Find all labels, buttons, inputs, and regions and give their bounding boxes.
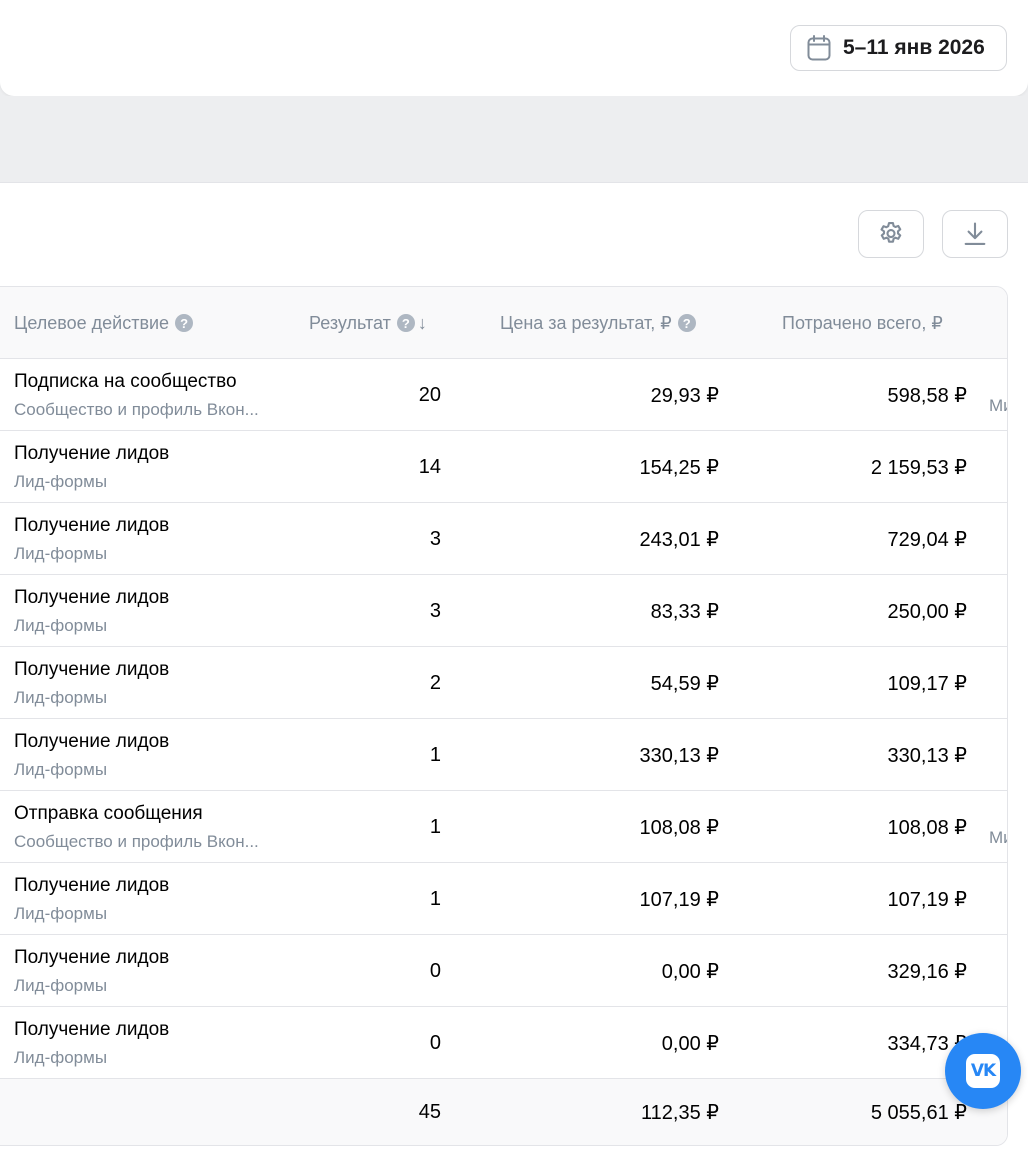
row-title: Получение лидов bbox=[14, 659, 170, 680]
row-price: 29,93 ₽ bbox=[650, 384, 719, 407]
column-header-action[interactable]: Целевое действие ? bbox=[14, 287, 194, 359]
download-button[interactable] bbox=[942, 210, 1008, 258]
row-result: 1 bbox=[429, 743, 441, 766]
table-row[interactable]: Получение лидов Лид-формы 14 154,25 ₽ 2 159,… bbox=[0, 431, 1007, 503]
vk-logo-icon: VK bbox=[966, 1054, 1000, 1088]
column-result-label: Результат bbox=[309, 312, 391, 333]
row-title: Получение лидов bbox=[14, 587, 170, 608]
row-price: 154,25 ₽ bbox=[639, 456, 719, 479]
total-result: 45 bbox=[418, 1100, 441, 1123]
results-table: Целевое действие ? Результат ? ↓ Цена за… bbox=[0, 286, 1008, 1146]
row-result: 14 bbox=[418, 455, 441, 478]
table-row[interactable]: Получение лидов Лид-формы 3 83,33 ₽ 250,00 ₽ bbox=[0, 575, 1007, 647]
row-side-text: Ми bbox=[989, 396, 1007, 415]
row-spent: 330,13 ₽ bbox=[887, 744, 967, 767]
row-spent: 2 159,53 ₽ bbox=[870, 456, 967, 479]
row-result: 1 bbox=[429, 887, 441, 910]
table-totals-row: 45 112,35 ₽ 5 055,61 ₽ bbox=[0, 1079, 1007, 1145]
download-icon bbox=[964, 222, 986, 245]
date-range-button[interactable]: 5–11 янв 2026 bbox=[790, 25, 1007, 71]
row-subtitle: Лид-формы bbox=[14, 976, 108, 995]
help-icon[interactable]: ? bbox=[677, 314, 696, 332]
row-spent: 107,19 ₽ bbox=[887, 888, 967, 911]
row-title: Получение лидов bbox=[14, 947, 170, 968]
row-subtitle: Лид-формы bbox=[14, 616, 108, 635]
row-result: 0 bbox=[429, 959, 441, 982]
row-result: 2 bbox=[429, 671, 441, 694]
help-icon[interactable]: ? bbox=[396, 314, 415, 332]
row-title: Получение лидов bbox=[14, 1019, 170, 1040]
column-price-label: Цена за результат, ₽ bbox=[500, 312, 672, 333]
row-result: 3 bbox=[429, 599, 441, 622]
background-band bbox=[0, 96, 1028, 182]
calendar-icon bbox=[807, 35, 831, 61]
table-body: Подписка на сообщество Сообщество и профи… bbox=[0, 359, 1007, 1079]
table-row[interactable]: Получение лидов Лид-формы 3 243,01 ₽ 729,04 … bbox=[0, 503, 1007, 575]
table-row[interactable]: Получение лидов Лид-формы 1 107,19 ₽ 107,19 … bbox=[0, 863, 1007, 935]
total-spent: 5 055,61 ₽ bbox=[870, 1101, 967, 1124]
row-title: Получение лидов bbox=[14, 443, 170, 464]
row-title: Получение лидов bbox=[14, 515, 170, 536]
row-price: 243,01 ₽ bbox=[639, 528, 719, 551]
table-row[interactable]: Подписка на сообщество Сообщество и профи… bbox=[0, 359, 1007, 431]
row-spent: 108,08 ₽ bbox=[887, 816, 967, 839]
sort-down-icon[interactable]: ↓ bbox=[418, 313, 427, 334]
gear-icon bbox=[880, 221, 902, 243]
help-icon[interactable]: ? bbox=[175, 314, 194, 332]
row-result: 0 bbox=[429, 1031, 441, 1054]
settings-button[interactable] bbox=[858, 210, 924, 258]
row-spent: 250,00 ₽ bbox=[887, 600, 967, 623]
row-subtitle: Лид-формы bbox=[14, 760, 108, 779]
row-price: 330,13 ₽ bbox=[639, 744, 719, 767]
row-price: 83,33 ₽ bbox=[650, 600, 719, 623]
row-spent: 598,58 ₽ bbox=[887, 384, 967, 407]
date-range-label: 5–11 янв 2026 bbox=[843, 36, 985, 59]
vk-help-button[interactable]: VK bbox=[945, 1033, 1021, 1109]
row-subtitle: Лид-формы bbox=[14, 904, 108, 923]
row-price: 0,00 ₽ bbox=[661, 1032, 719, 1055]
row-result: 20 bbox=[418, 383, 441, 406]
row-price: 107,19 ₽ bbox=[639, 888, 719, 911]
column-spent-label: Потрачено всего, ₽ bbox=[782, 312, 943, 333]
row-title: Отправка сообщения bbox=[14, 803, 203, 824]
row-subtitle: Сообщество и профиль Вкон... bbox=[14, 832, 259, 851]
row-spent: 329,16 ₽ bbox=[887, 960, 967, 983]
row-title: Получение лидов bbox=[14, 731, 170, 752]
row-spent: 109,17 ₽ bbox=[887, 672, 967, 695]
row-subtitle: Лид-формы bbox=[14, 544, 108, 563]
total-price: 112,35 ₽ bbox=[641, 1101, 719, 1124]
row-subtitle: Лид-формы bbox=[14, 688, 108, 707]
row-subtitle: Лид-формы bbox=[14, 1048, 108, 1067]
table-row[interactable]: Получение лидов Лид-формы 0 0,00 ₽ 334,73 ₽ bbox=[0, 1007, 1007, 1079]
table-row[interactable]: Получение лидов Лид-формы 0 0,00 ₽ 329,16 ₽ bbox=[0, 935, 1007, 1007]
table-header: Целевое действие ? Результат ? ↓ Цена за… bbox=[0, 287, 1007, 359]
column-header-price[interactable]: Цена за результат, ₽ ? bbox=[500, 287, 696, 359]
column-header-result[interactable]: Результат ? ↓ bbox=[309, 287, 427, 359]
row-subtitle: Сообщество и профиль Вкон... bbox=[14, 400, 259, 419]
row-title: Получение лидов bbox=[14, 875, 170, 896]
row-price: 108,08 ₽ bbox=[639, 816, 719, 839]
row-result: 1 bbox=[429, 815, 441, 838]
row-spent: 729,04 ₽ bbox=[887, 528, 967, 551]
row-price: 54,59 ₽ bbox=[650, 672, 719, 695]
table-row[interactable]: Отправка сообщения Сообщество и профиль В… bbox=[0, 791, 1007, 863]
top-bar: 5–11 янв 2026 bbox=[0, 0, 1028, 96]
row-title: Подписка на сообщество bbox=[14, 371, 237, 392]
row-price: 0,00 ₽ bbox=[661, 960, 719, 983]
table-row[interactable]: Получение лидов Лид-формы 1 330,13 ₽ 330,13 … bbox=[0, 719, 1007, 791]
column-action-label: Целевое действие bbox=[14, 312, 170, 333]
row-side-text: Ми bbox=[989, 828, 1007, 847]
row-subtitle: Лид-формы bbox=[14, 472, 108, 491]
row-spent: 334,73 ₽ bbox=[887, 1032, 967, 1055]
table-row[interactable]: Получение лидов Лид-формы 2 54,59 ₽ 109,17 ₽ bbox=[0, 647, 1007, 719]
column-header-spent[interactable]: Потрачено всего, ₽ bbox=[782, 287, 943, 359]
row-result: 3 bbox=[429, 527, 441, 550]
